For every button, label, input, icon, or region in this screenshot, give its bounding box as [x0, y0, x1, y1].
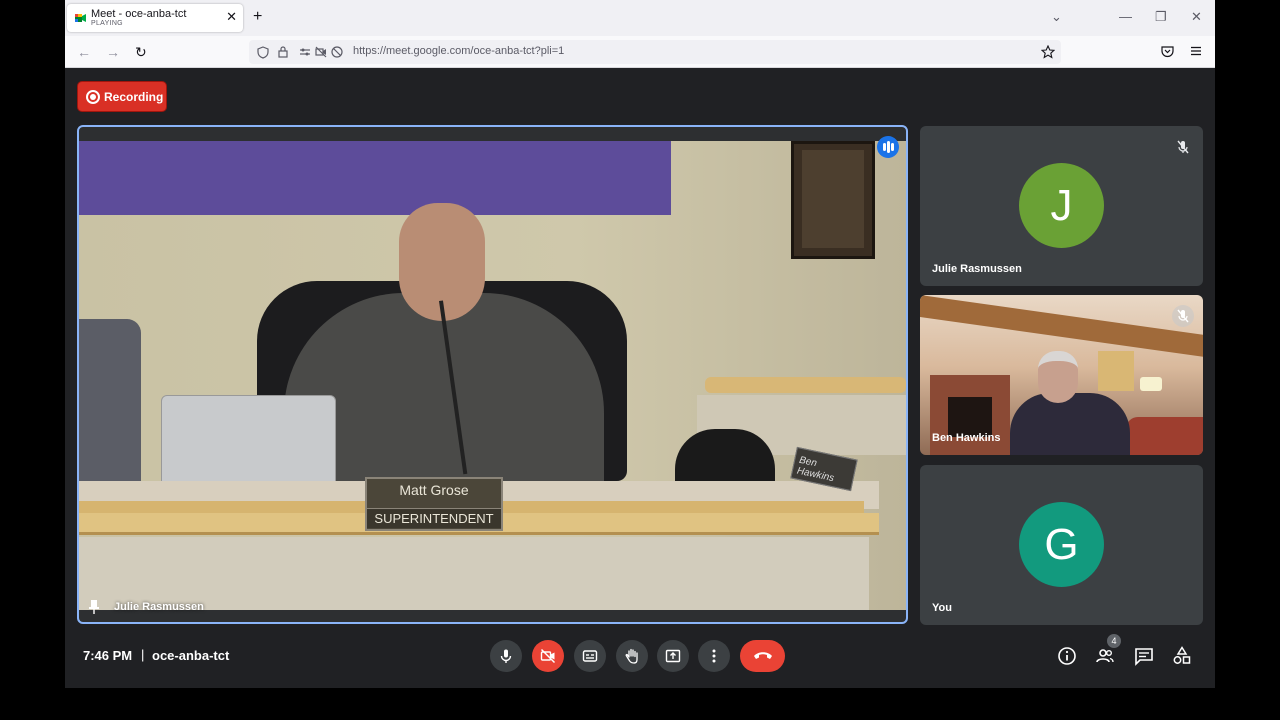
recording-badge[interactable]: Recording — [77, 81, 167, 112]
new-tab-button[interactable]: + — [253, 8, 262, 26]
captions-icon — [582, 650, 598, 662]
leave-call-button[interactable] — [740, 640, 785, 672]
meeting-time: 7:46 PM — [83, 648, 133, 663]
pin-icon[interactable] — [88, 599, 100, 615]
close-tab-icon[interactable]: ✕ — [226, 9, 237, 25]
camera-off-icon — [540, 648, 556, 664]
avatar: G — [1019, 502, 1104, 587]
camera-toggle-button[interactable] — [532, 640, 564, 672]
minimize-icon[interactable]: — — [1119, 8, 1132, 26]
raise-hand-button[interactable] — [616, 640, 648, 672]
more-options-button[interactable] — [698, 640, 730, 672]
bookmark-star-icon[interactable] — [1041, 45, 1055, 59]
activities-icon[interactable] — [1172, 646, 1192, 666]
main-tile-name: Julie Rasmussen — [114, 601, 204, 613]
wall-plaque — [791, 141, 875, 259]
screen-frame: Meet - oce-anba-tct PLAYING ✕ + ⌄ — ❐ ✕ … — [65, 0, 1215, 688]
menu-icon[interactable] — [1190, 45, 1202, 57]
mic-off-icon — [1172, 305, 1194, 327]
back-icon[interactable]: ← — [77, 43, 91, 61]
hang-up-icon — [754, 652, 772, 659]
info-icon[interactable] — [1057, 646, 1077, 666]
participant-tile-you[interactable]: G You — [920, 465, 1203, 625]
url-bar[interactable]: https://meet.google.com/oce-anba-tct?pli… — [249, 40, 1061, 64]
nameplate-name: Matt Grose — [399, 482, 469, 498]
participant-name: Ben Hawkins — [932, 432, 1001, 444]
camera-blocked-icon[interactable] — [315, 46, 327, 58]
url-text[interactable]: https://meet.google.com/oce-anba-tct?pli… — [353, 45, 564, 57]
participant-tile-julie[interactable]: J Julie Rasmussen — [920, 126, 1203, 286]
forward-icon[interactable]: → — [106, 43, 120, 61]
mic-off-icon — [1177, 140, 1189, 154]
speaking-indicator-icon — [877, 136, 899, 158]
reload-icon[interactable]: ↻ — [135, 43, 147, 61]
shield-icon[interactable] — [257, 46, 269, 59]
recording-label: Recording — [104, 90, 164, 104]
url-domain: https://meet.google.com — [353, 45, 471, 57]
raise-hand-icon — [625, 648, 638, 664]
browser-tab-bar: Meet - oce-anba-tct PLAYING ✕ + ⌄ — ❐ ✕ — [65, 0, 1215, 36]
lock-icon[interactable] — [278, 46, 288, 58]
present-now-button[interactable] — [657, 640, 689, 672]
browser-tab[interactable]: Meet - oce-anba-tct PLAYING ✕ — [67, 4, 243, 32]
microphone-icon — [500, 649, 512, 663]
present-icon — [665, 649, 681, 663]
tab-list-icon[interactable]: ⌄ — [1051, 8, 1062, 26]
meeting-code: oce-anba-tct — [152, 648, 230, 663]
participant-count-badge: 4 — [1107, 634, 1121, 648]
more-options-icon — [712, 649, 716, 663]
close-window-icon[interactable]: ✕ — [1191, 8, 1202, 26]
microphone-button[interactable] — [490, 640, 522, 672]
pocket-icon[interactable] — [1161, 45, 1174, 58]
participant-name: Julie Rasmussen — [932, 263, 1022, 275]
url-path: /oce-anba-tct?pli=1 — [470, 45, 565, 57]
main-video-tile[interactable]: Matt Grose SUPERINTENDENT Ben Hawkins Ju… — [77, 125, 908, 624]
restore-icon[interactable]: ❐ — [1155, 8, 1167, 26]
permissions-icon[interactable] — [299, 46, 311, 58]
captions-button[interactable] — [574, 640, 606, 672]
chat-icon[interactable] — [1134, 646, 1154, 666]
nameplate: Matt Grose SUPERINTENDENT — [365, 477, 503, 531]
nameplate-title: SUPERINTENDENT — [367, 508, 501, 528]
separator: | — [141, 647, 145, 662]
browser-nav-bar: ← → ↻ https://meet.google.com/oce-anba-t… — [65, 36, 1215, 68]
tab-title: Meet - oce-anba-tct — [91, 8, 187, 20]
participant-name: You — [932, 602, 952, 614]
recording-icon — [86, 90, 100, 104]
video-feed: Matt Grose SUPERINTENDENT Ben Hawkins — [79, 141, 906, 610]
tab-playing-status: PLAYING — [91, 20, 123, 27]
avatar: J — [1019, 163, 1104, 248]
participant-tile-ben[interactable]: Ben Hawkins — [920, 295, 1203, 455]
meet-favicon-icon — [75, 14, 86, 22]
participant-video-feed — [920, 295, 1203, 455]
people-icon[interactable] — [1095, 646, 1115, 666]
autoplay-blocked-icon[interactable] — [331, 46, 343, 58]
